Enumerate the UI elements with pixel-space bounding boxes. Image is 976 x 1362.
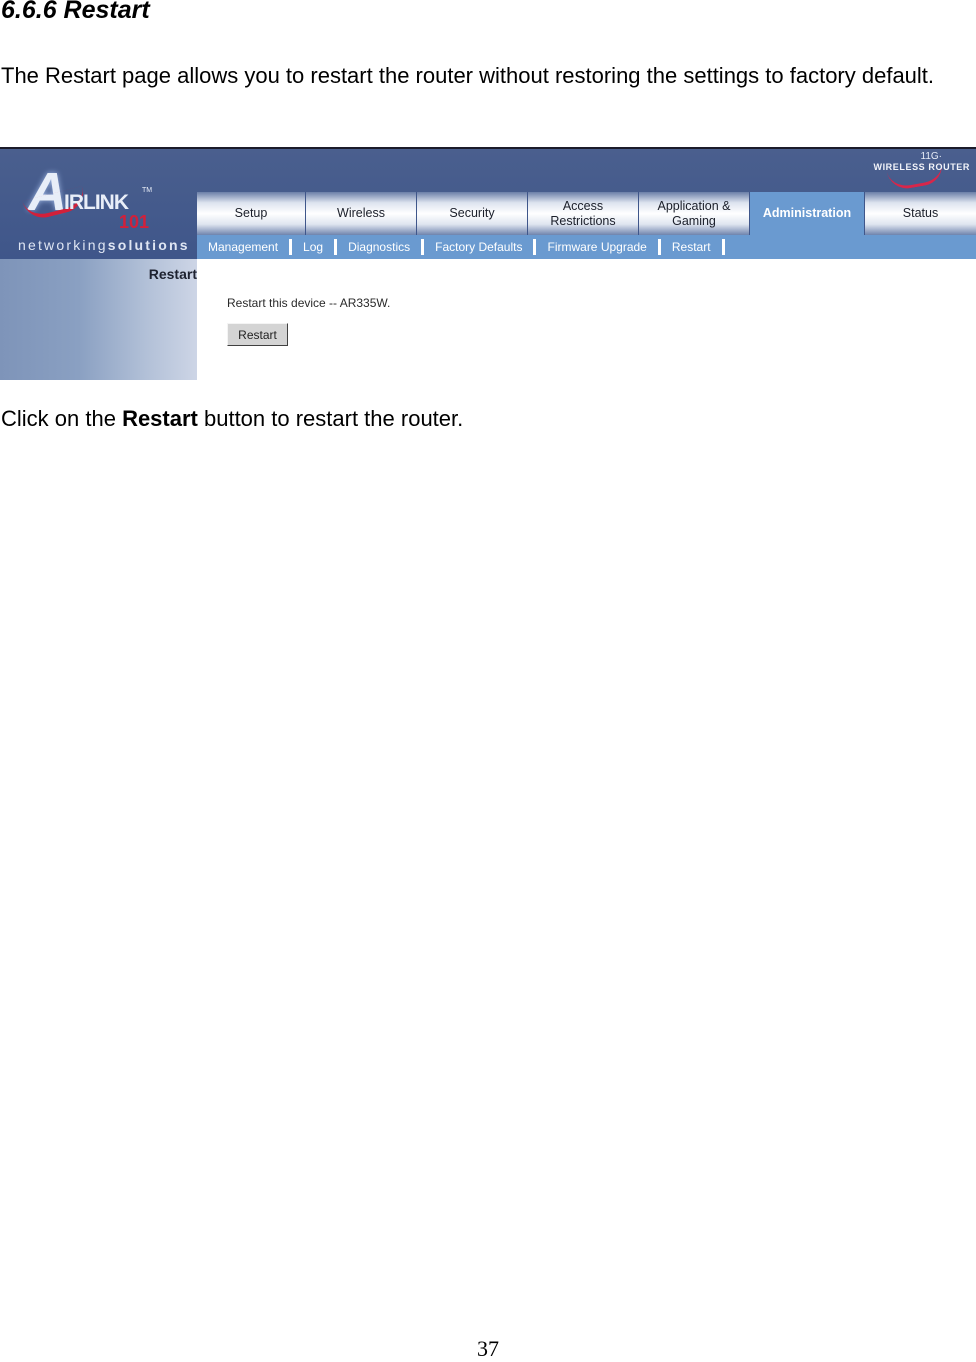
- subnav-management[interactable]: Management: [197, 240, 289, 254]
- router-screenshot: A IRLINK TM 101 networkingsolutions 11G·…: [0, 147, 976, 380]
- sidebar-title: Restart: [148, 266, 197, 282]
- section-title: 6.6.6 Restart: [1, 0, 150, 24]
- wireless-router-badge: 11G· WIRELESS ROUTER: [873, 151, 972, 192]
- restart-button[interactable]: Restart: [227, 323, 288, 346]
- tagline-light: networking: [18, 237, 108, 253]
- tab-access-restrictions[interactable]: Access Restrictions: [528, 192, 639, 235]
- router-sidebar: Restart: [0, 259, 197, 380]
- airlink-logo: A IRLINK TM 101 networkingsolutions: [18, 157, 188, 257]
- router-content: Restart this device -- AR335W. Restart: [197, 259, 976, 380]
- subnav-firmware-upgrade[interactable]: Firmware Upgrade: [536, 240, 657, 254]
- tagline-bold: solutions: [107, 237, 190, 253]
- restart-description: Restart this device -- AR335W.: [227, 296, 391, 310]
- badge-text: WIRELESS ROUTER: [873, 162, 970, 172]
- logo-number: 101: [119, 212, 150, 232]
- logo-tagline: networkingsolutions: [18, 237, 190, 253]
- subnav-restart[interactable]: Restart: [661, 240, 722, 254]
- main-tabs: Setup Wireless Security Access Restricti…: [197, 192, 976, 235]
- tab-security[interactable]: Security: [417, 192, 528, 235]
- subnav-divider: [721, 239, 725, 255]
- logo-trademark: TM: [142, 187, 153, 194]
- subnav-factory-defaults[interactable]: Factory Defaults: [424, 240, 533, 254]
- subnav-diagnostics[interactable]: Diagnostics: [337, 240, 421, 254]
- caption-suffix: button to restart the router.: [197, 406, 464, 431]
- caption-prefix: Click on the: [1, 406, 123, 431]
- admin-subnav: Management Log Diagnostics Factory Defau…: [197, 235, 976, 259]
- instruction-caption: Click on the Restart button to restart t…: [1, 406, 463, 432]
- subnav-log[interactable]: Log: [292, 240, 334, 254]
- caption-bold: Restart: [122, 406, 198, 431]
- intro-paragraph: The Restart page allows you to restart t…: [1, 63, 935, 88]
- badge-standard: 11G·: [920, 151, 943, 162]
- tab-application-gaming[interactable]: Application & Gaming: [639, 192, 750, 235]
- tab-setup[interactable]: Setup: [197, 192, 306, 235]
- tab-wireless[interactable]: Wireless: [306, 192, 417, 235]
- tab-administration[interactable]: Administration: [750, 192, 865, 235]
- tab-status[interactable]: Status: [865, 192, 976, 235]
- page-number: 37: [477, 1336, 499, 1361]
